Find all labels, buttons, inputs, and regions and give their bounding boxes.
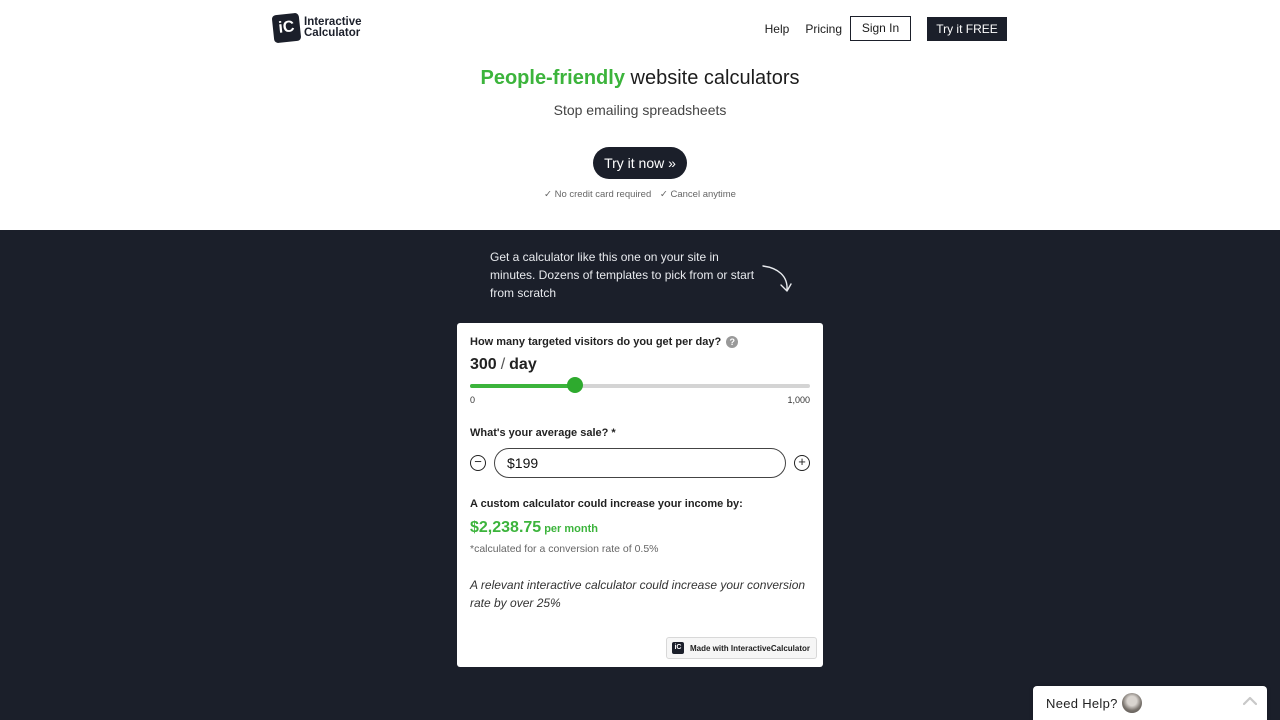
result-value: $2,238.75 per month [470,519,598,537]
average-sale-stepper: − $199 + [470,448,810,478]
visitors-slider-fill [470,384,572,388]
made-with-logo-icon: iC [671,642,684,654]
result-amount: $2,238.75 [470,519,542,536]
curved-arrow-icon [762,265,792,292]
nav-pricing-link[interactable]: Pricing [805,22,842,36]
conversion-quote: A relevant interactive calculator could … [470,578,806,610]
logo[interactable]: iC Interactive Calculator [271,12,362,44]
logo-mark: iC [271,12,302,44]
logo-text: Interactive Calculator [304,16,362,39]
try-free-button[interactable]: Try it FREE [927,16,1007,41]
hero-title: People-friendly website calculators [0,67,1280,90]
support-avatar [1122,693,1142,713]
made-with-badge[interactable]: iC Made with InteractiveCalculator [665,637,817,659]
visitors-separator: / [500,356,506,373]
sign-in-button[interactable]: Sign In [850,16,911,41]
calculator-card: How many targeted visitors do you get pe… [457,323,823,667]
visitors-question-label: How many targeted visitors do you get pe… [470,336,722,348]
visitors-question: How many targeted visitors do you get pe… [470,336,739,348]
nav-help-link[interactable]: Help [765,22,790,36]
visitors-slider-thumb[interactable] [567,377,583,393]
hero-title-rest: website calculators [630,67,800,89]
visitors-value-display: 300/day [470,356,537,374]
slider-min-label: 0 [470,395,476,405]
made-with-label: Made with InteractiveCalculator [689,643,810,653]
need-help-label: Need Help? [1046,696,1118,711]
logo-line-2: Calculator [304,27,361,39]
decrement-button[interactable]: − [470,455,486,471]
top-nav: Help Pricing Sign In Try it FREE [765,16,1007,41]
hero-subtitle: Stop emailing spreadsheets [553,102,727,118]
hero-notes: ✓ No credit card required ✓ Cancel anyti… [0,189,1280,200]
try-it-now-button[interactable]: Try it now » [593,147,687,179]
average-sale-input[interactable]: $199 [494,448,786,478]
result-label: A custom calculator could increase your … [470,498,743,510]
average-sale-question: What's your average sale? * [470,427,616,439]
result-unit: per month [544,523,598,535]
help-tooltip-icon[interactable]: ? [726,336,739,348]
hero-title-accent: People-friendly [480,67,625,89]
result-note: *calculated for a conversion rate of 0.5… [470,543,659,555]
chevron-up-icon[interactable] [1243,696,1257,706]
visitors-value: 300 [470,356,497,373]
no-credit-card-note: ✓ No credit card required [544,189,652,200]
visitors-unit: day [509,356,537,373]
need-help-widget[interactable]: Need Help? [1033,686,1267,720]
cancel-anytime-note: ✓ Cancel anytime [659,189,736,200]
site-header: iC Interactive Calculator Help Pricing S… [0,0,1280,56]
visitors-slider-track[interactable] [470,384,810,388]
increment-button[interactable]: + [794,455,810,471]
slider-max-label: 1,000 [787,395,810,405]
promo-text: Get a calculator like this one on your s… [490,250,755,300]
